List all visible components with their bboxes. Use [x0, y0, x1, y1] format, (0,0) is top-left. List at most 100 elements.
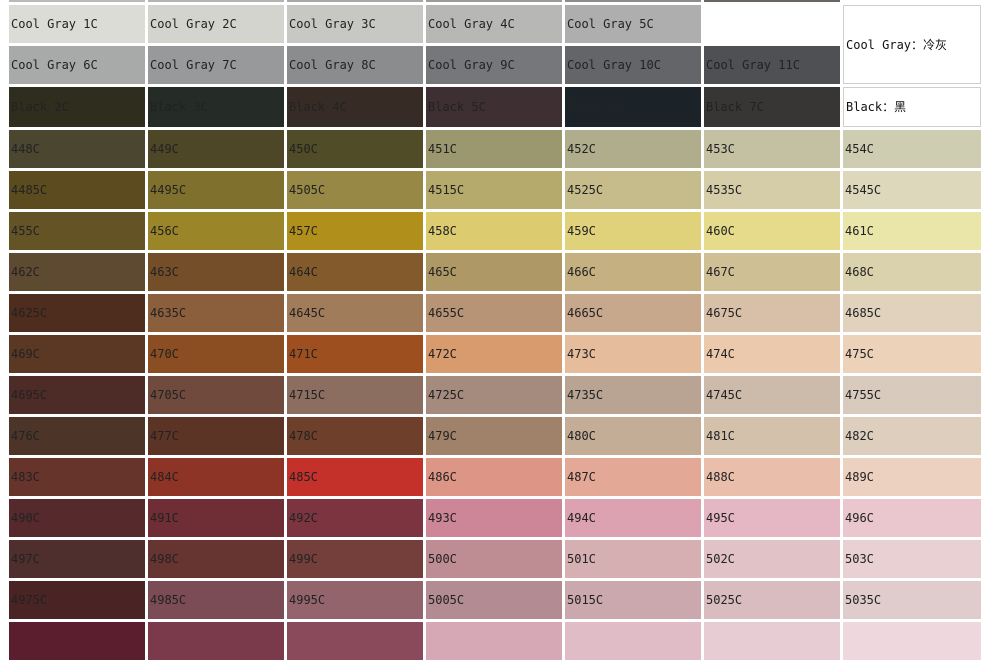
- color-swatch: 474C: [704, 335, 840, 373]
- partial-swatch-cell: [843, 0, 981, 2]
- color-swatch: 4645C: [287, 294, 423, 332]
- blank-cell: [704, 5, 840, 43]
- color-swatch: 4515C: [426, 171, 562, 209]
- color-swatch: 494C: [565, 499, 701, 537]
- swatch-row: Cool Gray 6C Cool Gray 7C Cool Gray 8C Cool…: [9, 46, 981, 84]
- color-swatch: [704, 622, 840, 660]
- color-swatch: 4675C: [704, 294, 840, 332]
- color-swatch: 454C: [843, 130, 981, 168]
- color-swatch: 4525C: [565, 171, 701, 209]
- color-swatch: [287, 622, 423, 660]
- swatch-row: 497C 498C 499C 500C 501C 502C 503C: [9, 540, 981, 578]
- color-swatch: Black 6C: [565, 87, 701, 127]
- swatch-row: 483C 484C 485C 486C 487C 488C 489C: [9, 458, 981, 496]
- color-swatch: 467C: [704, 253, 840, 291]
- color-swatch: 448C: [9, 130, 145, 168]
- color-swatch: 4485C: [9, 171, 145, 209]
- color-swatch: Cool Gray 7C: [148, 46, 284, 84]
- color-swatch: 483C: [9, 458, 145, 496]
- color-swatch: 4695C: [9, 376, 145, 414]
- color-swatch: 468C: [843, 253, 981, 291]
- color-swatch: [843, 622, 981, 660]
- color-swatch: 4535C: [704, 171, 840, 209]
- color-swatch: Black 5C: [426, 87, 562, 127]
- color-swatch: 499C: [287, 540, 423, 578]
- color-swatch: 481C: [704, 417, 840, 455]
- color-swatch: Cool Gray 3C: [287, 5, 423, 43]
- color-swatch: 449C: [148, 130, 284, 168]
- color-swatch: Cool Gray 4C: [426, 5, 562, 43]
- color-swatch: Cool Gray 6C: [9, 46, 145, 84]
- swatch-row: [9, 622, 981, 660]
- color-swatch: 495C: [704, 499, 840, 537]
- swatch-row: 455C 456C 457C 458C 459C 460C 461C: [9, 212, 981, 250]
- swatch-row: 476C 477C 478C 479C 480C 481C 482C: [9, 417, 981, 455]
- partial-swatch-cell: [704, 0, 840, 2]
- swatch-row-partial-top: [9, 0, 981, 2]
- color-swatch: 501C: [565, 540, 701, 578]
- swatch-row: 4975C 4985C 4995C 5005C 5015C 5025C 5035C: [9, 581, 981, 619]
- color-swatch: 455C: [9, 212, 145, 250]
- color-swatch: [426, 622, 562, 660]
- color-swatch: 462C: [9, 253, 145, 291]
- color-swatch: 502C: [704, 540, 840, 578]
- color-swatch: 4755C: [843, 376, 981, 414]
- color-swatch: 5015C: [565, 581, 701, 619]
- legend-cell: Cool Gray：冷灰: [843, 5, 981, 84]
- color-swatch: 456C: [148, 212, 284, 250]
- color-swatch: 4625C: [9, 294, 145, 332]
- swatch-row: Black 2C Black 3C Black 4C Black 5C Black 6C…: [9, 87, 981, 127]
- color-swatch: 450C: [287, 130, 423, 168]
- color-swatch: Cool Gray 1C: [9, 5, 145, 43]
- color-swatch: 4635C: [148, 294, 284, 332]
- color-swatch: Cool Gray 10C: [565, 46, 701, 84]
- color-swatch: 4665C: [565, 294, 701, 332]
- color-swatch: 471C: [287, 335, 423, 373]
- color-swatch: 4705C: [148, 376, 284, 414]
- color-swatch: 4655C: [426, 294, 562, 332]
- color-swatch: 463C: [148, 253, 284, 291]
- color-swatch: 482C: [843, 417, 981, 455]
- color-swatch: 473C: [565, 335, 701, 373]
- color-swatch: 457C: [287, 212, 423, 250]
- color-swatch: 485C: [287, 458, 423, 496]
- color-swatch: 503C: [843, 540, 981, 578]
- color-swatch: 4545C: [843, 171, 981, 209]
- color-swatch: 4745C: [704, 376, 840, 414]
- color-swatch: 4975C: [9, 581, 145, 619]
- color-swatch: 4505C: [287, 171, 423, 209]
- partial-swatch-cell: [9, 0, 145, 2]
- color-swatch: 486C: [426, 458, 562, 496]
- color-swatch-table: Cool Gray 1C Cool Gray 2C Cool Gray 3C Cool…: [6, 0, 984, 663]
- color-swatch: 5005C: [426, 581, 562, 619]
- color-swatch: Black 4C: [287, 87, 423, 127]
- color-swatch: [9, 622, 145, 660]
- color-swatch: 470C: [148, 335, 284, 373]
- color-swatch: 491C: [148, 499, 284, 537]
- partial-swatch-cell: [287, 0, 423, 2]
- color-swatch: Cool Gray 9C: [426, 46, 562, 84]
- color-swatch: 4995C: [287, 581, 423, 619]
- color-swatch: Black 7C: [704, 87, 840, 127]
- color-swatch: 497C: [9, 540, 145, 578]
- color-swatch: 4715C: [287, 376, 423, 414]
- color-swatch: 4725C: [426, 376, 562, 414]
- partial-swatch-cell: [565, 0, 701, 2]
- color-swatch: 4985C: [148, 581, 284, 619]
- color-swatch: 469C: [9, 335, 145, 373]
- color-swatch: 4735C: [565, 376, 701, 414]
- color-swatch: Cool Gray 8C: [287, 46, 423, 84]
- color-swatch: 5035C: [843, 581, 981, 619]
- color-swatch: 472C: [426, 335, 562, 373]
- color-swatch: 459C: [565, 212, 701, 250]
- color-swatch: 479C: [426, 417, 562, 455]
- color-swatch: 4685C: [843, 294, 981, 332]
- swatch-table-body: Cool Gray 1C Cool Gray 2C Cool Gray 3C Cool…: [9, 0, 981, 660]
- color-swatch: 489C: [843, 458, 981, 496]
- color-swatch: 466C: [565, 253, 701, 291]
- color-swatch: 492C: [287, 499, 423, 537]
- color-swatch: 488C: [704, 458, 840, 496]
- color-swatch: 476C: [9, 417, 145, 455]
- color-swatch: 496C: [843, 499, 981, 537]
- color-swatch: 493C: [426, 499, 562, 537]
